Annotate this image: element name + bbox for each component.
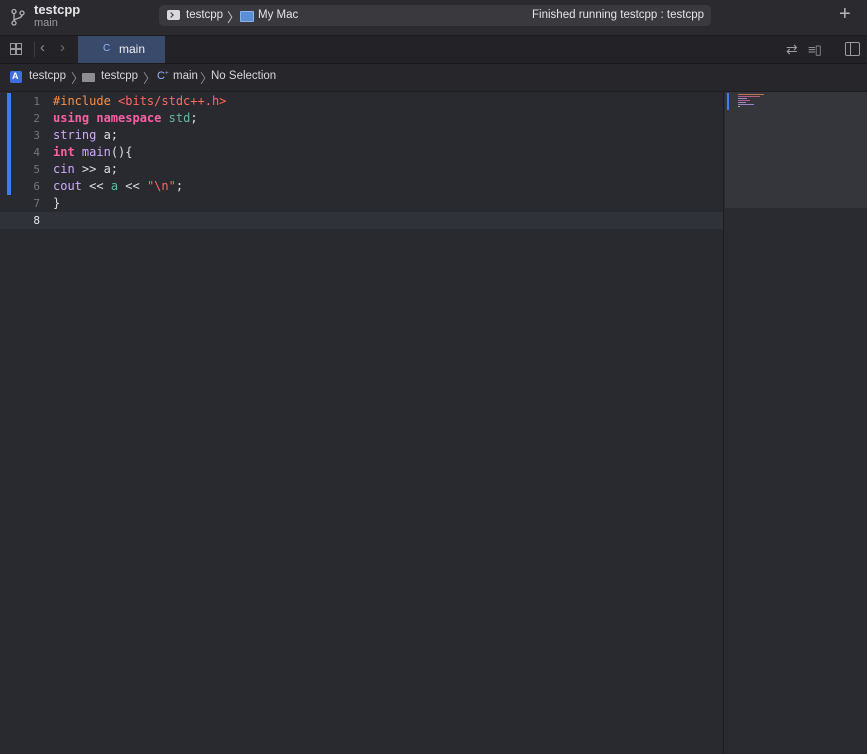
minimap-line [738, 94, 764, 95]
code-text: using namespace std; [53, 111, 198, 125]
minimap-line [738, 96, 760, 97]
mac-icon [240, 11, 254, 22]
chevron-right-icon: 〉 [143, 71, 157, 86]
build-status: Finished running testcpp : testcpp [532, 9, 704, 21]
editor-options-icon[interactable]: ≡▯ [808, 42, 822, 58]
project-icon [10, 71, 22, 83]
tab-label: main [119, 42, 146, 56]
forward-chevron-icon[interactable]: › [60, 39, 65, 56]
folder-icon [82, 73, 95, 82]
line-number: 4 [33, 146, 40, 159]
breadcrumb: testcpp 〉 testcpp 〉 C+ main 〉 No Selecti… [0, 64, 867, 92]
code-line[interactable]: 5 cin >> a; [0, 161, 723, 178]
minimap-line [738, 104, 754, 105]
line-number: 1 [33, 95, 40, 108]
code-text: cin >> a; [53, 162, 119, 176]
minimap-line [738, 98, 747, 99]
source-control-branch-icon[interactable] [9, 8, 27, 26]
code-text: int main(){ [53, 145, 133, 159]
scheme-selector[interactable]: testcpp [186, 9, 223, 21]
line-number: 8 [33, 214, 40, 227]
line-number: 2 [33, 112, 40, 125]
toolbar: testcpp main testcpp 〉 My Mac Finished r… [0, 0, 867, 36]
minimap-line [738, 106, 740, 107]
branch-name[interactable]: main [34, 17, 58, 29]
minimap-change-bar [727, 93, 729, 110]
tab-bar: ‹ › C main ⇄ ≡▯ [0, 36, 867, 64]
plus-icon[interactable]: + [839, 4, 851, 24]
chevron-right-icon: 〉 [227, 10, 241, 25]
breadcrumb-folder[interactable]: testcpp [101, 70, 138, 82]
project-name[interactable]: testcpp [34, 2, 80, 17]
minimap-line [738, 102, 746, 103]
terminal-icon [167, 10, 180, 20]
code-line[interactable]: 7 } [0, 195, 723, 212]
code-text: cout << a << "\n"; [53, 179, 184, 193]
breadcrumb-file[interactable]: main [173, 70, 198, 82]
split-editor-icon[interactable] [845, 42, 860, 56]
code-line[interactable]: 2 using namespace std; [0, 110, 723, 127]
line-number: 7 [33, 197, 40, 210]
minimap-line [738, 100, 750, 101]
line-number: 6 [33, 180, 40, 193]
tab-main[interactable]: C main [78, 36, 165, 63]
code-line[interactable]: 4 int main(){ [0, 144, 723, 161]
code-line-current[interactable]: 8 [0, 212, 723, 229]
breadcrumb-selection[interactable]: No Selection [211, 70, 276, 82]
code-text: #include <bits/stdc++.h> [53, 94, 227, 108]
divider [34, 42, 35, 57]
related-items-grid-icon[interactable] [10, 43, 23, 56]
minimap[interactable] [723, 92, 867, 754]
code-text: string a; [53, 128, 119, 142]
minimap-viewport[interactable] [725, 92, 867, 208]
code-line[interactable]: 3 string a; [0, 127, 723, 144]
swap-arrows-icon[interactable]: ⇄ [786, 41, 798, 58]
run-destination-selector[interactable]: My Mac [258, 9, 298, 21]
c-source-file-icon: C [103, 43, 111, 54]
line-number: 5 [33, 163, 40, 176]
activity-viewer[interactable]: testcpp 〉 My Mac Finished running testcp… [159, 5, 711, 26]
line-number: 3 [33, 129, 40, 142]
code-text: } [53, 196, 61, 210]
c-source-file-icon: C+ [157, 70, 169, 82]
breadcrumb-project[interactable]: testcpp [29, 70, 66, 82]
source-editor[interactable]: 1 #include <bits/stdc++.h> 2 using names… [0, 92, 723, 754]
code-line[interactable]: 6 cout << a << "\n"; [0, 178, 723, 195]
code-line[interactable]: 1 #include <bits/stdc++.h> [0, 93, 723, 110]
back-chevron-icon[interactable]: ‹ [40, 39, 45, 56]
